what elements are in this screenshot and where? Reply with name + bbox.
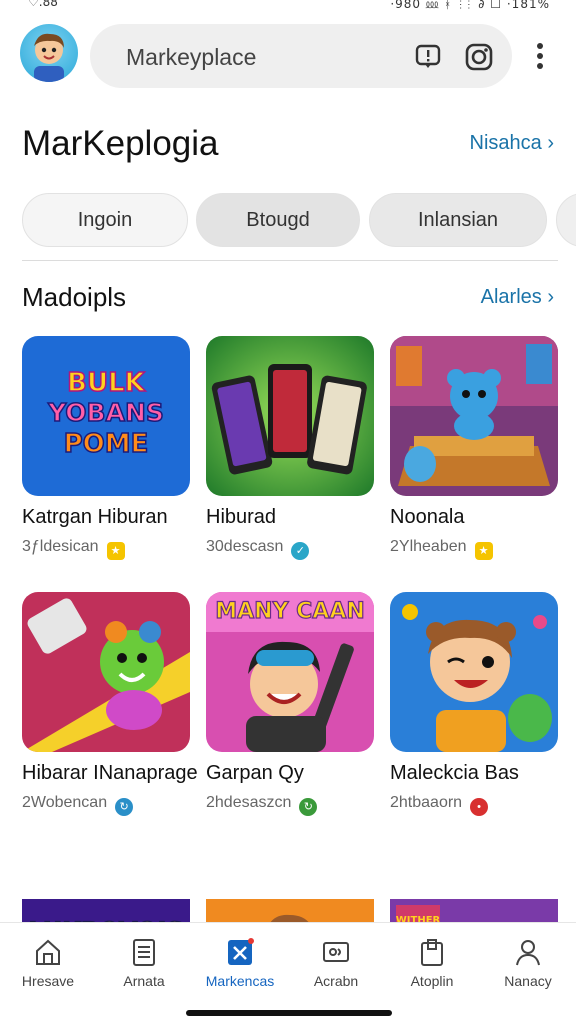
svg-text:BULK: BULK [67,368,145,398]
status-bar: ♡.88 ·980 ⅏ ᚼ ⫶⫶ ∂ ☐ ·181% [0,0,576,14]
app-thumbnail[interactable]: WITHER [390,854,558,924]
app-name[interactable]: Noonala [390,506,465,529]
svg-text:MANY CAAN: MANY CAAN [215,599,365,624]
nav-item-clipboard[interactable]: Atoplin [384,937,480,989]
chip-4[interactable] [556,193,576,247]
app-card[interactable]: BULK YOBANS POME Katrgan Hiburan 3ƒldesi… [22,336,190,560]
clipboard-icon [421,939,443,966]
search-text[interactable]: Markeyplace [126,44,256,71]
nav-label: Nanacy [504,973,552,989]
teal-badge-icon: ✓ [291,542,310,560]
app-card[interactable]: MANY CAAN Garpan Qy 2hdesaszcn ↻ [206,592,374,816]
home-icon [36,939,60,965]
top-bar: Markeyplace [20,22,556,90]
more-vert-icon[interactable] [528,36,552,76]
search-bar[interactable]: Markeyplace [90,24,512,88]
document-icon [133,939,155,966]
chip-3[interactable]: Inlansian [369,193,547,247]
app-meta: 2htbaaorn • [390,794,489,816]
title-link[interactable]: Nisahca › [470,132,555,155]
app-name[interactable]: Maleckcia Bas [390,762,519,785]
nav-item-ticket[interactable]: Acrabn [288,937,384,989]
app-card[interactable]: Hibarar INanaprage 2Wobencan ↻ [22,592,198,816]
app-thumbnail[interactable]: LUKBOVOIS [22,854,190,924]
chip-2[interactable]: Btougd [196,193,360,247]
app-card[interactable]: Maleckcia Bas 2htbaaorn • [390,592,558,816]
page-header: MarKeplogia Nisahca › [22,124,554,170]
app-thumbnail[interactable] [206,854,374,924]
app-meta: 2hdesaszcn ↻ [206,794,318,816]
app-meta: 2Wobencan ↻ [22,794,134,816]
home-indicator [186,1010,392,1016]
chip-1[interactable]: Ingoin [22,193,188,247]
instagram-icon[interactable] [464,42,494,72]
teal-badge-icon: ↻ [115,798,134,816]
status-right: ·980 ⅏ ᚼ ⫶⫶ ∂ ☐ ·181% [390,0,550,11]
section-header: Madoipls Alarles › [22,282,554,316]
star-icon: ★ [474,542,493,560]
avatar-icon[interactable] [20,24,78,82]
app-card[interactable]: Noonala 2Ylheaben ★ [390,336,558,560]
app-thumbnail[interactable] [390,336,558,496]
section-link[interactable]: Alarles › [481,286,554,309]
category-chips: Ingoin Btougd Inlansian [22,193,576,247]
app-name[interactable]: Hibarar INanaprage [22,762,198,785]
nav-item-document[interactable]: Arnata [96,937,192,989]
profile-icon [516,940,540,966]
nav-label: Acrabn [313,973,359,989]
app-card[interactable] [206,854,374,924]
star-icon: ★ [106,542,125,560]
notification-icon[interactable] [414,42,442,70]
app-thumbnail[interactable] [206,336,374,496]
nav-label: Hresave [21,973,75,989]
app-card[interactable]: LUKBOVOIS [22,854,190,924]
section-title: Madoipls [22,282,127,312]
nav-item-profile[interactable]: Nanacy [480,937,576,989]
svg-text:YOBANS: YOBANS [47,398,164,427]
app-meta: 30descasn ✓ [206,538,310,560]
divider [22,260,558,261]
bottom-nav: Hresave Arnata Markencas Acrabn Atoplin … [0,922,576,1024]
nav-label: Markencas [205,973,275,989]
marketplace-icon [228,938,254,965]
chevron-right-icon: › [547,286,554,308]
app-thumbnail[interactable]: BULK YOBANS POME [22,336,190,496]
app-thumbnail[interactable]: MANY CAAN [206,592,374,752]
app-card[interactable]: Hiburad 30descasn ✓ [206,336,374,560]
red-badge-icon: • [470,798,489,816]
nav-label: Arnata [123,973,165,989]
app-name[interactable]: Katrgan Hiburan [22,506,168,529]
svg-text:POME: POME [64,429,149,459]
chevron-right-icon: › [547,132,554,154]
nav-label: Atoplin [410,973,454,989]
app-name[interactable]: Hiburad [206,506,276,529]
nav-item-marketplace[interactable]: Markencas [192,937,288,989]
app-meta: 2Ylheaben ★ [390,538,493,560]
app-meta: 3ƒldesican ★ [22,538,125,560]
ticket-icon [323,942,349,962]
status-left: ♡.88 [28,0,58,9]
app-card[interactable]: WITHER [390,854,558,924]
app-name[interactable]: Garpan Qy [206,762,304,785]
app-thumbnail[interactable] [22,592,190,752]
nav-item-home[interactable]: Hresave [0,937,96,989]
green-badge-icon: ↻ [299,798,318,816]
app-thumbnail[interactable] [390,592,558,752]
